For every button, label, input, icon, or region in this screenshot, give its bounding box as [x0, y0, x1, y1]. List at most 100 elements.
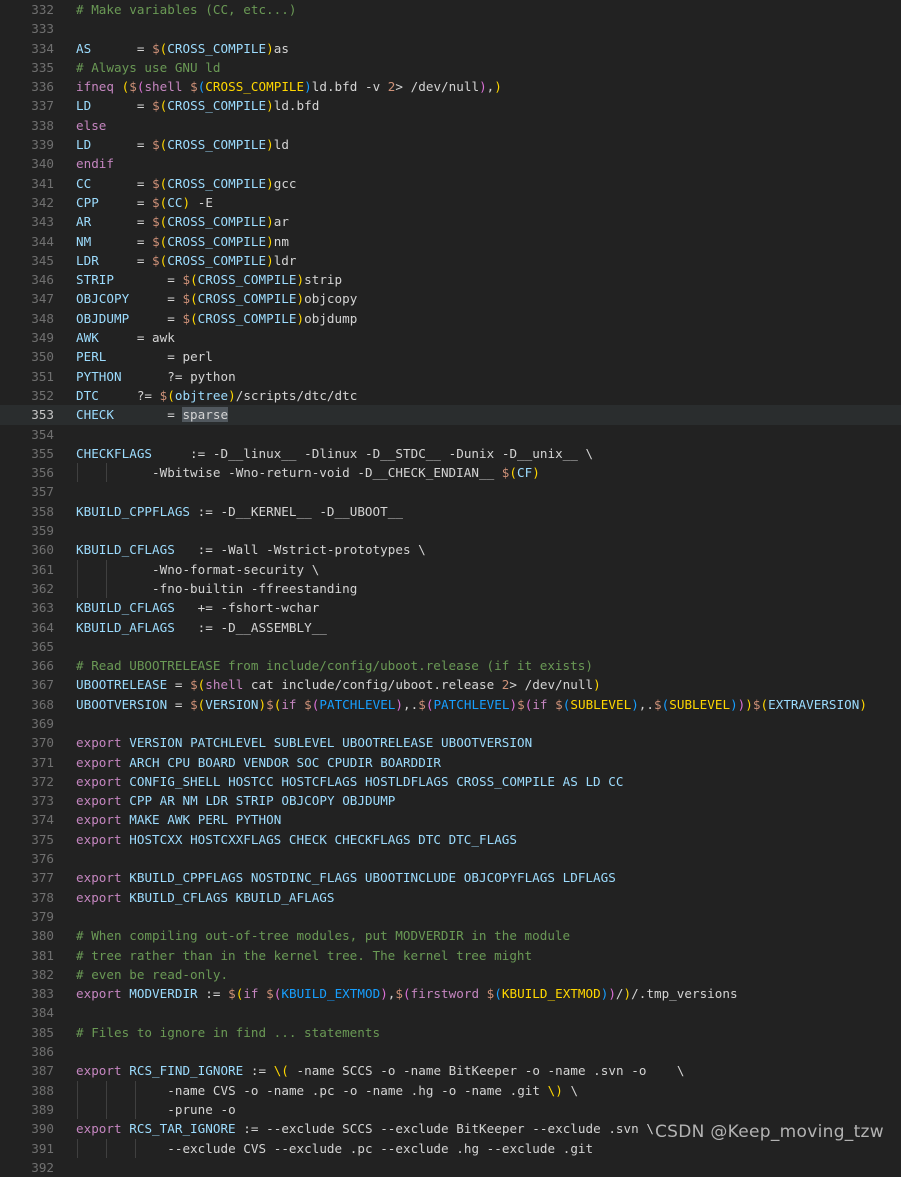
line-content[interactable]: -Wbitwise -Wno-return-void -D__CHECK_END… — [54, 463, 540, 482]
code-line[interactable]: 344 NM = $(CROSS_COMPILE)nm — [0, 232, 901, 251]
code-line[interactable]: 383 export MODVERDIR := $(if $(KBUILD_EXT… — [0, 984, 901, 1003]
code-line[interactable]: 350 PERL = perl — [0, 347, 901, 366]
code-line[interactable]: 363 KBUILD_CFLAGS += -fshort-wchar — [0, 598, 901, 617]
code-line[interactable]: 385 # Files to ignore in find ... stateme… — [0, 1023, 901, 1042]
code-line[interactable]: 355 CHECKFLAGS := -D__linux__ -Dlinux -D_… — [0, 444, 901, 463]
line-content[interactable]: NM = $(CROSS_COMPILE)nm — [54, 232, 289, 251]
code-line[interactable]: 346 STRIP = $(CROSS_COMPILE)strip — [0, 270, 901, 289]
line-content[interactable]: PYTHON ?= python — [54, 367, 236, 386]
code-line[interactable]: 387 export RCS_FIND_IGNORE := \( -name SC… — [0, 1061, 901, 1080]
code-line[interactable]: 365 — [0, 637, 901, 656]
line-content[interactable]: export KBUILD_CPPFLAGS NOSTDINC_FLAGS UB… — [54, 868, 616, 887]
line-content[interactable]: ifneq ($(shell $(CROSS_COMPILE)ld.bfd -v… — [54, 77, 502, 96]
code-line[interactable]: 380 # When compiling out-of-tree modules,… — [0, 926, 901, 945]
code-line[interactable]: 342 CPP = $(CC) -E — [0, 193, 901, 212]
code-line[interactable]: 368 UBOOTVERSION = $(VERSION)$(if $(PATCH… — [0, 695, 901, 714]
code-line[interactable]: 334 AS = $(CROSS_COMPILE)as — [0, 39, 901, 58]
code-line[interactable]: 377 export KBUILD_CPPFLAGS NOSTDINC_FLAGS… — [0, 868, 901, 887]
line-content[interactable]: CPP = $(CC) -E — [54, 193, 213, 212]
code-line[interactable]: 354 — [0, 425, 901, 444]
code-line[interactable]: 376 — [0, 849, 901, 868]
code-line[interactable]: 384 — [0, 1003, 901, 1022]
code-editor[interactable]: 332 # Make variables (CC, etc...) 333 334 AS… — [0, 0, 901, 1175]
line-content[interactable]: LD = $(CROSS_COMPILE)ld.bfd — [54, 96, 319, 115]
line-content[interactable]: export CPP AR NM LDR STRIP OBJCOPY OBJDU… — [54, 791, 395, 810]
line-content[interactable]: KBUILD_CPPFLAGS := -D__KERNEL__ -D__UBOO… — [54, 502, 403, 521]
code-line[interactable]: 370 export VERSION PATCHLEVEL SUBLEVEL UB… — [0, 733, 901, 752]
code-line[interactable]: 341 CC = $(CROSS_COMPILE)gcc — [0, 174, 901, 193]
line-content[interactable]: -prune -o — [54, 1100, 236, 1119]
code-line[interactable]: 339 LD = $(CROSS_COMPILE)ld — [0, 135, 901, 154]
code-line[interactable]: 373 export CPP AR NM LDR STRIP OBJCOPY OB… — [0, 791, 901, 810]
code-line[interactable]: 382 # even be read-only. — [0, 965, 901, 984]
code-line[interactable]: 361 -Wno-format-security \ — [0, 559, 901, 579]
code-line[interactable]: 362 -fno-builtin -ffreestanding — [0, 578, 901, 599]
line-content[interactable]: # Files to ignore in find ... statements — [54, 1023, 380, 1042]
code-line[interactable]: 348 OBJDUMP = $(CROSS_COMPILE)objdump — [0, 309, 901, 328]
active-code-line[interactable]: 353 CHECK = sparse — [0, 405, 901, 425]
line-content[interactable]: -fno-builtin -ffreestanding — [54, 579, 357, 598]
code-line[interactable]: 369 — [0, 714, 901, 733]
code-line[interactable]: 335 # Always use GNU ld — [0, 58, 901, 77]
code-line[interactable]: 333 — [0, 19, 901, 38]
line-content[interactable]: LDR = $(CROSS_COMPILE)ldr — [54, 251, 297, 270]
line-content[interactable]: KBUILD_AFLAGS := -D__ASSEMBLY__ — [54, 618, 327, 637]
line-content[interactable]: DTC ?= $(objtree)/scripts/dtc/dtc — [54, 386, 357, 405]
line-content[interactable]: -Wno-format-security \ — [54, 560, 319, 579]
code-line[interactable]: 356 -Wbitwise -Wno-return-void -D__CHECK… — [0, 463, 901, 483]
code-line[interactable]: 388 -name CVS -o -name .pc -o -name .hg … — [0, 1080, 901, 1100]
line-content[interactable]: # Make variables (CC, etc...) — [54, 0, 296, 19]
code-line[interactable]: 349 AWK = awk — [0, 328, 901, 347]
code-line[interactable]: 351 PYTHON ?= python — [0, 367, 901, 386]
line-content[interactable]: else — [54, 116, 106, 135]
code-line[interactable]: 389 -prune -o — [0, 1099, 901, 1120]
line-content[interactable]: CHECK = sparse — [54, 405, 229, 424]
line-content[interactable]: export MODVERDIR := $(if $(KBUILD_EXTMOD… — [54, 984, 738, 1003]
line-content[interactable]: export KBUILD_CFLAGS KBUILD_AFLAGS — [54, 888, 335, 907]
line-content[interactable]: -name CVS -o -name .pc -o -name .hg -o -… — [54, 1081, 578, 1100]
code-line[interactable]: 372 export CONFIG_SHELL HOSTCC HOSTCFLAGS… — [0, 772, 901, 791]
code-line[interactable]: 379 — [0, 907, 901, 926]
code-line[interactable]: 366 # Read UBOOTRELEASE from include/conf… — [0, 656, 901, 675]
line-content[interactable]: export HOSTCXX HOSTCXXFLAGS CHECK CHECKF… — [54, 830, 517, 849]
code-line[interactable]: 381 # tree rather than in the kernel tree… — [0, 946, 901, 965]
line-content[interactable]: OBJCOPY = $(CROSS_COMPILE)objcopy — [54, 289, 357, 308]
line-content[interactable]: export CONFIG_SHELL HOSTCC HOSTCFLAGS HO… — [54, 772, 624, 791]
line-content[interactable]: AS = $(CROSS_COMPILE)as — [54, 39, 289, 58]
code-line[interactable]: 345 LDR = $(CROSS_COMPILE)ldr — [0, 251, 901, 270]
code-line[interactable]: 340 endif — [0, 154, 901, 173]
code-line[interactable]: 374 export MAKE AWK PERL PYTHON — [0, 810, 901, 829]
code-line[interactable]: 375 export HOSTCXX HOSTCXXFLAGS CHECK CHE… — [0, 830, 901, 849]
code-line[interactable]: 347 OBJCOPY = $(CROSS_COMPILE)objcopy — [0, 289, 901, 308]
line-content[interactable]: STRIP = $(CROSS_COMPILE)strip — [54, 270, 342, 289]
line-content[interactable]: export VERSION PATCHLEVEL SUBLEVEL UBOOT… — [54, 733, 532, 752]
code-line[interactable]: 358 KBUILD_CPPFLAGS := -D__KERNEL__ -D__U… — [0, 502, 901, 521]
code-line[interactable]: 359 — [0, 521, 901, 540]
line-content[interactable]: # even be read-only. — [54, 965, 228, 984]
code-line[interactable]: 343 AR = $(CROSS_COMPILE)ar — [0, 212, 901, 231]
line-content[interactable]: OBJDUMP = $(CROSS_COMPILE)objdump — [54, 309, 357, 328]
line-content[interactable]: AWK = awk — [54, 328, 175, 347]
line-content[interactable]: LD = $(CROSS_COMPILE)ld — [54, 135, 289, 154]
line-content[interactable]: CC = $(CROSS_COMPILE)gcc — [54, 174, 297, 193]
code-line[interactable]: 336 ifneq ($(shell $(CROSS_COMPILE)ld.bfd… — [0, 77, 901, 96]
line-content[interactable]: UBOOTRELEASE = $(shell cat include/confi… — [54, 675, 601, 694]
line-content[interactable]: KBUILD_CFLAGS := -Wall -Wstrict-prototyp… — [54, 540, 426, 559]
code-line[interactable]: 360 KBUILD_CFLAGS := -Wall -Wstrict-proto… — [0, 540, 901, 559]
code-line[interactable]: 364 KBUILD_AFLAGS := -D__ASSEMBLY__ — [0, 618, 901, 637]
code-line[interactable]: 378 export KBUILD_CFLAGS KBUILD_AFLAGS — [0, 888, 901, 907]
code-line[interactable]: 332 # Make variables (CC, etc...) — [0, 0, 901, 19]
line-content[interactable]: UBOOTVERSION = $(VERSION)$(if $(PATCHLEV… — [54, 695, 867, 714]
code-line[interactable]: 371 export ARCH CPU BOARD VENDOR SOC CPUD… — [0, 753, 901, 772]
line-content[interactable]: export ARCH CPU BOARD VENDOR SOC CPUDIR … — [54, 753, 441, 772]
line-content[interactable]: KBUILD_CFLAGS += -fshort-wchar — [54, 598, 319, 617]
line-content[interactable]: export MAKE AWK PERL PYTHON — [54, 810, 281, 829]
line-content[interactable]: --exclude CVS --exclude .pc --exclude .h… — [54, 1139, 593, 1158]
line-content[interactable]: CHECKFLAGS := -D__linux__ -Dlinux -D__ST… — [54, 444, 593, 463]
line-content[interactable]: # Read UBOOTRELEASE from include/config/… — [54, 656, 593, 675]
line-content[interactable]: export RCS_FIND_IGNORE := \( -name SCCS … — [54, 1061, 684, 1080]
line-content[interactable]: AR = $(CROSS_COMPILE)ar — [54, 212, 289, 231]
code-line[interactable]: 338 else — [0, 116, 901, 135]
code-line[interactable]: 352 DTC ?= $(objtree)/scripts/dtc/dtc — [0, 386, 901, 405]
line-content[interactable]: export RCS_TAR_IGNORE := --exclude SCCS … — [54, 1119, 654, 1138]
